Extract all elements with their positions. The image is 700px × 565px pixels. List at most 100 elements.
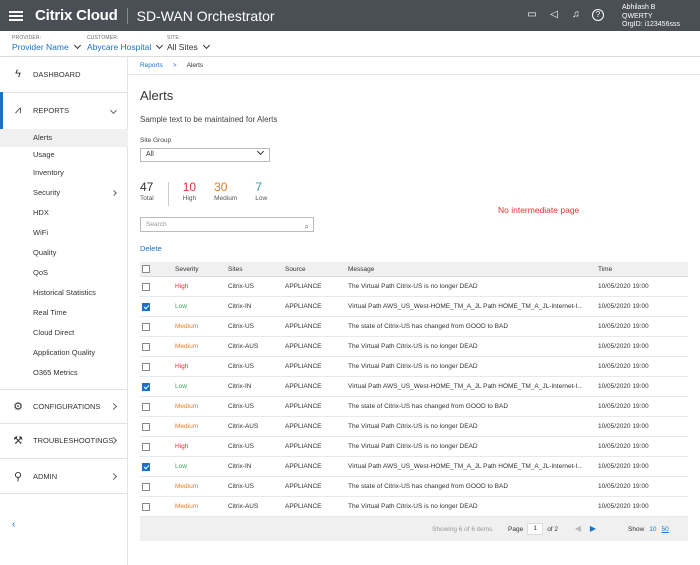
table-row[interactable]: Low Citrix-IN APPLIANCE Virtual Path AWS_US…	[140, 297, 688, 317]
row-message: Virtual Path AWS_US_West-HOME_TM_A_JL Pa…	[348, 383, 582, 390]
sidebar-item-configurations[interactable]: ⚙ CONFIGURATIONS	[0, 389, 128, 423]
stat-high-label: High	[182, 195, 197, 202]
breadcrumb-reports[interactable]: Reports	[140, 62, 163, 69]
user-org-id: OrgID: i123456sss	[622, 21, 680, 28]
provider-label: PROVIDER:	[12, 35, 42, 41]
table-row[interactable]: Medium Citrix-AUS APPLIANCE The Virtual Pat…	[140, 337, 688, 357]
sidebar-subitem-qos[interactable]: QoS	[0, 264, 128, 282]
row-time: 10/05/2020 19:00	[598, 363, 649, 370]
table-header: Severity Sites Source Message Time	[140, 262, 688, 277]
sidebar-item-label: TROUBLESHOOTINGS	[33, 435, 114, 445]
row-message: Virtual Path AWS_US_West-HOME_TM_A_JL Pa…	[348, 303, 582, 310]
table-row[interactable]: Low Citrix-IN APPLIANCE Virtual Path AWS_US…	[140, 377, 688, 397]
sidebar-subitem-o365-metrics[interactable]: O365 Metrics	[0, 364, 128, 382]
header-message[interactable]: Message	[348, 262, 582, 276]
header-source[interactable]: Source	[285, 262, 347, 276]
row-checkbox[interactable]	[142, 277, 154, 296]
stat-high-number: 10	[182, 180, 197, 194]
sidebar-subitem-real-time[interactable]: Real Time	[0, 304, 128, 322]
stat-low[interactable]: 7 Low	[255, 180, 267, 206]
row-checkbox[interactable]	[142, 377, 154, 396]
delete-button[interactable]: Delete	[140, 244, 162, 253]
chart-icon: ⩘	[14, 103, 22, 116]
row-checkbox[interactable]	[142, 317, 154, 336]
sidebar-subitem-quality[interactable]: Quality	[0, 244, 128, 262]
table-row[interactable]: Medium Citrix-AUS APPLIANCE The Virtual Pat…	[140, 497, 688, 517]
table-row[interactable]: High Citrix-US APPLIANCE The Virtual Path C…	[140, 277, 688, 297]
sidebar-subitem-usage[interactable]: Usage	[0, 146, 128, 164]
row-site: Citrix-US	[228, 443, 254, 450]
row-checkbox[interactable]	[142, 397, 154, 416]
hamburger-menu-icon[interactable]	[9, 9, 23, 23]
page-size-10[interactable]: 10	[649, 526, 656, 533]
header-time[interactable]: Time	[598, 262, 688, 276]
stat-total[interactable]: 47 Total	[140, 180, 154, 206]
row-checkbox[interactable]	[142, 477, 154, 496]
chat-icon[interactable]: ▭	[526, 9, 538, 21]
row-checkbox[interactable]	[142, 437, 154, 456]
header-icons: ▭ ◁ ♫ ?	[526, 9, 604, 21]
next-page-icon[interactable]: ▶	[587, 523, 599, 535]
collapse-sidebar-icon[interactable]: ‹	[12, 519, 15, 530]
site-selector[interactable]: SITE: All Sites	[167, 35, 210, 52]
sidebar-subitem-alerts[interactable]: Alerts	[0, 129, 128, 147]
sidebar-item-admin[interactable]: ⚲ ADMIN	[0, 459, 128, 493]
sidebar-subitem-security[interactable]: Security	[0, 184, 128, 202]
sidebar-subitem-historical-statistics[interactable]: Historical Statistics	[0, 284, 128, 302]
chevron-right-icon	[109, 472, 118, 480]
sidebar-subitem-wifi[interactable]: WiFi	[0, 224, 128, 242]
row-source: APPLIANCE	[285, 423, 322, 430]
row-time: 10/05/2020 19:00	[598, 383, 649, 390]
row-site: Citrix-US	[228, 363, 254, 370]
prev-page-icon[interactable]: ◀	[572, 523, 584, 535]
table-row[interactable]: Medium Citrix-US APPLIANCE The state of Cit…	[140, 317, 688, 337]
sidebar-subitem-application-quality[interactable]: Application Quality	[0, 344, 128, 362]
provider-selector[interactable]: PROVIDER: Provider Name	[12, 35, 81, 52]
table-row[interactable]: Low Citrix-IN APPLIANCE Virtual Path AWS_US…	[140, 457, 688, 477]
announcement-icon[interactable]: ◁	[548, 9, 560, 21]
sidebar-subitem-inventory[interactable]: Inventory	[0, 164, 128, 182]
stat-total-label: Total	[140, 195, 154, 202]
row-message: Virtual Path AWS_US_West-HOME_TM_A_JL Pa…	[348, 463, 582, 470]
sidebar-item-troubleshootings[interactable]: ⚒ TROUBLESHOOTINGS	[0, 423, 128, 457]
row-time: 10/05/2020 19:00	[598, 303, 649, 310]
sidebar-item-dashboard[interactable]: ϟ DASHBOARD	[0, 57, 128, 91]
site-group-value: All	[146, 151, 154, 158]
page-size-50[interactable]: 50	[662, 526, 669, 533]
user-menu[interactable]: Abhilash B QWERTY OrgID: i123456sss	[622, 4, 680, 30]
row-site: Citrix-IN	[228, 383, 252, 390]
row-checkbox[interactable]	[142, 497, 154, 516]
table-row[interactable]: Medium Citrix-US APPLIANCE The state of Cit…	[140, 397, 688, 417]
row-checkbox[interactable]	[142, 337, 154, 356]
table-row[interactable]: High Citrix-US APPLIANCE The Virtual Path C…	[140, 437, 688, 457]
table-row[interactable]: High Citrix-US APPLIANCE The Virtual Path C…	[140, 357, 688, 377]
header-sites[interactable]: Sites	[228, 262, 283, 276]
stat-low-number: 7	[255, 180, 262, 194]
stat-high[interactable]: 10 High	[183, 180, 196, 206]
row-message: The state of Citrix-US has changed from …	[348, 323, 509, 330]
stat-low-label: Low	[255, 195, 268, 202]
table-row[interactable]: Medium Citrix-AUS APPLIANCE The Virtual Pat…	[140, 417, 688, 437]
select-all-checkbox[interactable]	[142, 262, 154, 276]
sidebar-subitem-hdx[interactable]: HDX	[0, 204, 128, 222]
site-group-select[interactable]: All	[140, 147, 270, 162]
breadcrumb-divider	[129, 74, 700, 75]
customer-selector[interactable]: CUSTOMER: Abycare Hospital	[87, 35, 164, 52]
lightning-icon: ϟ	[15, 68, 21, 80]
sidebar-item-reports[interactable]: ⩘ REPORTS	[0, 93, 128, 127]
table-row[interactable]: Medium Citrix-US APPLIANCE The state of Cit…	[140, 477, 688, 497]
row-checkbox[interactable]	[142, 297, 154, 316]
sidebar-subitem-cloud-direct[interactable]: Cloud Direct	[0, 324, 128, 342]
search-input[interactable]: Search ⌕	[140, 217, 314, 232]
row-checkbox[interactable]	[142, 417, 154, 436]
bell-icon[interactable]: ♫	[570, 9, 582, 21]
header-severity[interactable]: Severity	[175, 262, 225, 276]
help-icon[interactable]: ?	[592, 9, 604, 21]
show-label: Show	[628, 525, 645, 533]
row-checkbox[interactable]	[142, 357, 154, 376]
user-name: Abhilash B	[622, 4, 656, 11]
stat-medium[interactable]: 30 Medium	[214, 180, 237, 206]
row-checkbox[interactable]	[142, 457, 154, 476]
row-message: The state of Citrix-US has changed from …	[348, 403, 509, 410]
page-input[interactable]: 1	[527, 523, 544, 535]
